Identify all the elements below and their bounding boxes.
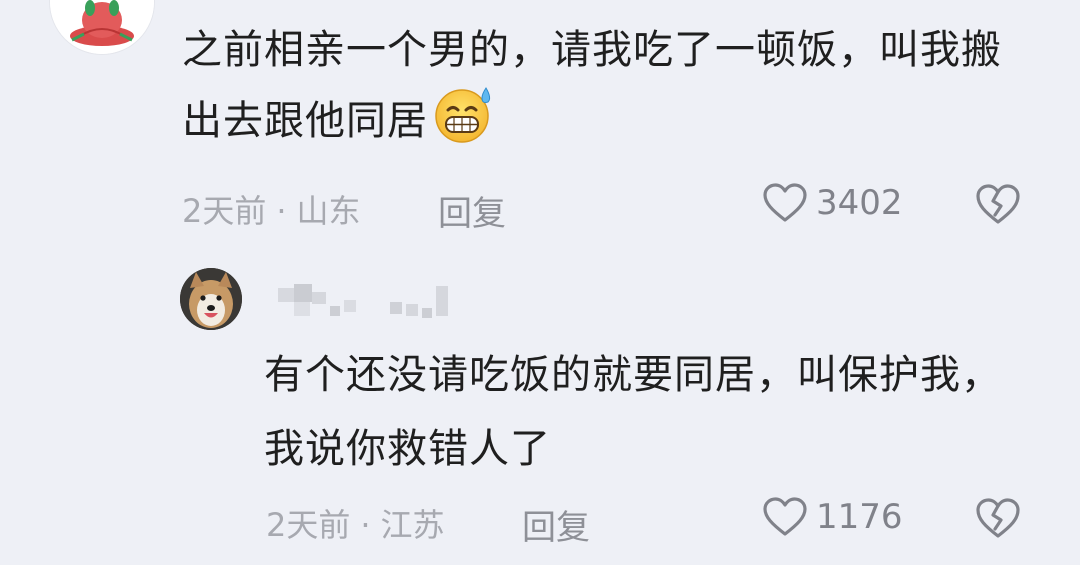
username-mosaic — [278, 284, 448, 318]
reply-button[interactable]: 回复 — [438, 186, 506, 235]
timestamp: 2天前 — [182, 192, 267, 230]
broken-heart-icon — [976, 184, 1020, 224]
dislike-button[interactable] — [974, 182, 1022, 230]
comment-meta: 2天前 · 江苏 — [266, 500, 445, 546]
broken-heart-icon — [976, 498, 1020, 538]
comment-text: 之前相亲一个男的，请我吃了一顿饭，叫我搬出去跟他同居 — [182, 16, 1042, 165]
avatar[interactable] — [50, 0, 154, 54]
heart-icon — [763, 183, 807, 222]
heart-icon — [763, 497, 807, 536]
like-button[interactable]: 3402 — [762, 182, 903, 224]
reply-button[interactable]: 回复 — [522, 500, 590, 549]
avatar[interactable] — [180, 268, 242, 330]
location: 江苏 — [380, 506, 445, 544]
dislike-button[interactable] — [974, 496, 1022, 544]
like-button[interactable]: 1176 — [762, 496, 903, 538]
location: 山东 — [296, 192, 361, 230]
comment-meta: 2天前 · 山东 — [182, 186, 361, 232]
avatar-illustration — [50, 0, 154, 54]
comment-text: 有个还没请吃饭的就要同居，叫保护我，我说你救错人了 — [264, 352, 1002, 472]
separator: · — [276, 192, 287, 230]
separator: · — [360, 506, 371, 544]
reply-comment-item: 有个还没请吃饭的就要同居，叫保护我，我说你救错人了 2天前 · 江苏 回复 1176 — [0, 250, 1080, 565]
grinning-sweat-emoji — [432, 84, 496, 165]
like-count: 1176 — [816, 497, 903, 537]
timestamp: 2天前 — [266, 506, 351, 544]
comment-item: 之前相亲一个男的，请我吃了一顿饭，叫我搬出去跟他同居 2天前 · 山东 回复 3… — [0, 0, 1080, 250]
blurred-username[interactable] — [272, 280, 462, 324]
like-count: 3402 — [816, 183, 903, 223]
dog-avatar-illustration — [180, 268, 242, 330]
